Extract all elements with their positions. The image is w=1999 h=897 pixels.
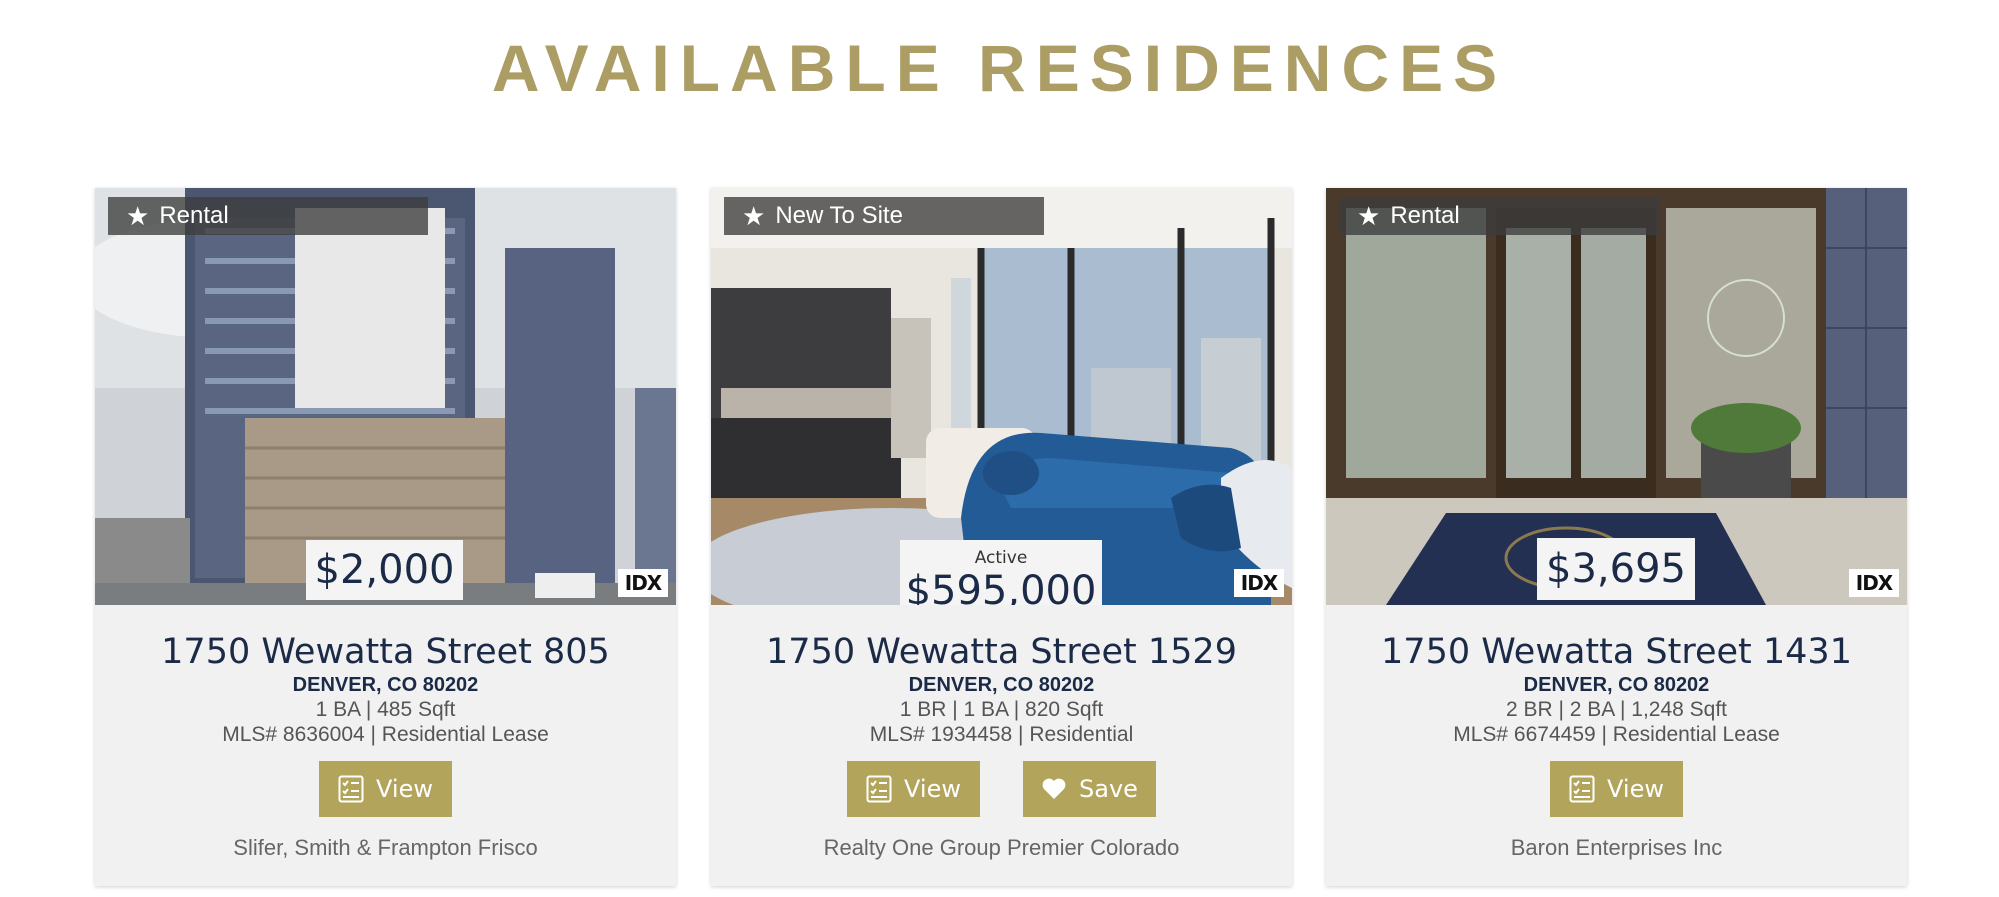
page-title: AVAILABLE RESIDENCES [491,31,1508,105]
idx-logo: IDX [1849,569,1899,597]
listing-tag: ★ Rental [1339,197,1659,235]
idx-logo: IDX [618,569,668,597]
listing-tag: ★ Rental [108,197,428,235]
listing-mls: MLS# 1934458 | Residential [869,723,1134,746]
listing-city: DENVER, CO 80202 [292,674,479,696]
listing-tag-label: Rental [159,202,229,229]
idx-logo: IDX [1234,569,1284,597]
view-button[interactable]: View [847,761,980,817]
listing-price: $3,695 [1546,546,1686,592]
view-button[interactable]: View [1550,761,1683,817]
listing-status: Active [974,548,1028,568]
listing-info: 1750 Wewatta Street 1529 DENVER, CO 8020… [711,605,1292,861]
listing-card[interactable]: ★ Rental $2,000 IDX 1750 Wewatta Street … [95,188,676,886]
listing-info: 1750 Wewatta Street 805 DENVER, CO 80202… [95,605,676,861]
listing-specs: 2 BR | 2 BA | 1,248 Sqft [1505,698,1728,721]
save-button-label: Save [1079,775,1138,803]
listing-city: DENVER, CO 80202 [908,674,1095,696]
checklist-icon [866,775,892,803]
price-box: Active $595,000 [900,540,1102,605]
listing-specs: 1 BA | 485 Sqft [315,698,456,721]
listing-mls: MLS# 8636004 | Residential Lease [222,723,549,746]
checklist-icon [338,775,364,803]
star-icon: ★ [126,201,150,231]
star-icon: ★ [742,201,766,231]
save-button[interactable]: Save [1023,761,1156,817]
listing-broker: Realty One Group Premier Colorado [823,835,1180,860]
listing-actions: View [1326,761,1907,817]
listing-card[interactable]: ★ New To Site Active $595,000 IDX 1750 W… [711,188,1292,886]
listing-photo[interactable]: ★ Rental $2,000 IDX [95,188,676,605]
listing-broker: Baron Enterprises Inc [1510,835,1723,860]
listing-address[interactable]: 1750 Wewatta Street 1431 [1326,631,1907,673]
listing-broker: Slifer, Smith & Frampton Frisco [233,835,538,860]
listing-address[interactable]: 1750 Wewatta Street 1529 [711,631,1292,673]
star-icon: ★ [1357,201,1381,231]
view-button-label: View [904,775,961,803]
listing-city: DENVER, CO 80202 [1523,674,1710,696]
checklist-icon [1569,775,1595,803]
listing-tag: ★ New To Site [724,197,1044,235]
listing-tag-label: Rental [1390,202,1460,229]
listing-mls: MLS# 6674459 | Residential Lease [1453,723,1780,746]
listing-card[interactable]: ★ Rental $3,695 IDX 1750 Wewatta Street … [1326,188,1907,886]
listing-tag-label: New To Site [775,202,903,229]
listing-actions: View [95,761,676,817]
listing-info: 1750 Wewatta Street 1431 DENVER, CO 8020… [1326,605,1907,861]
listing-price: $595,000 [905,568,1097,605]
listing-price: $2,000 [314,547,455,593]
heart-icon [1042,778,1066,799]
view-button-label: View [1607,775,1664,803]
price-box: $2,000 [306,540,463,600]
listing-actions: View Save [711,761,1292,817]
listing-photo[interactable]: ★ New To Site Active $595,000 IDX [711,188,1292,605]
listing-specs: 1 BR | 1 BA | 820 Sqft [899,698,1104,721]
view-button-label: View [376,775,433,803]
view-button[interactable]: View [319,761,452,817]
price-box: $3,695 [1537,538,1695,600]
listing-photo[interactable]: ★ Rental $3,695 IDX [1326,188,1907,605]
listing-address[interactable]: 1750 Wewatta Street 805 [95,631,676,673]
